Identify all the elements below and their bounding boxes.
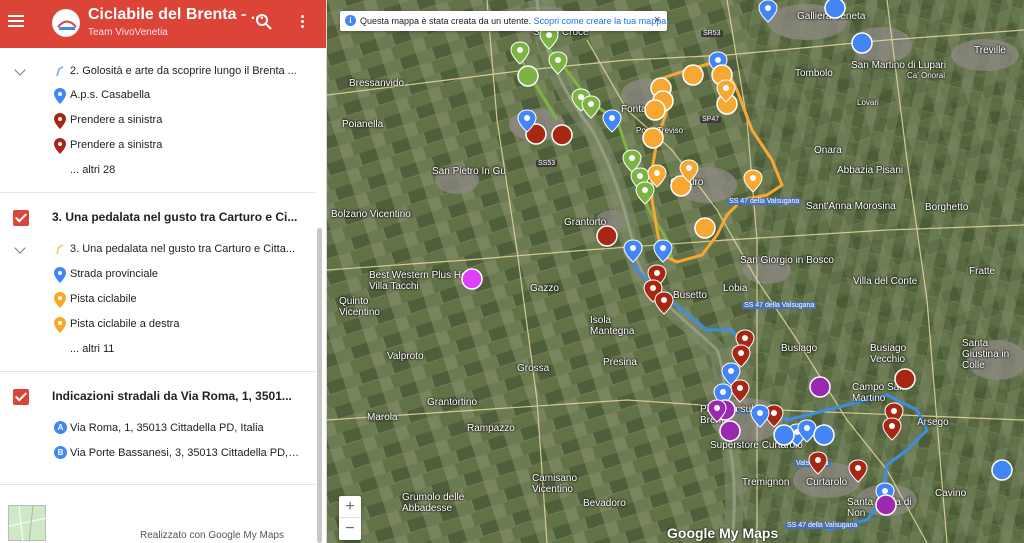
google-my-maps-logo: Google My Maps	[667, 525, 779, 541]
map-title: Ciclabile del Brenta - ...	[88, 6, 265, 23]
menu-button[interactable]	[8, 12, 24, 30]
layer-title: 3. Una pedalata nel gusto tra Carturo e …	[52, 210, 298, 224]
list-item[interactable]: Pista ciclabile	[0, 288, 315, 312]
more-items-link[interactable]: ... altri 28	[70, 164, 115, 176]
search-icon[interactable]	[255, 13, 273, 31]
route-item[interactable]: 2. Golosità e arte da scoprire lungo il …	[0, 60, 315, 84]
list-item-label: Strada provinciale	[70, 268, 159, 280]
list-item-label: Prendere a sinistra	[70, 139, 163, 151]
more-items-link[interactable]: ... altri 11	[70, 343, 114, 355]
hotel-marker[interactable]	[461, 268, 483, 290]
orange-markers[interactable]	[642, 64, 763, 239]
list-item-label: Pista ciclabile a destra	[70, 318, 180, 330]
map-thumbnail[interactable]	[8, 505, 48, 543]
zoom-control: + −	[339, 496, 361, 540]
list-item[interactable]: B Via Porte Bassanesi, 3, 35013 Cittadel…	[0, 442, 315, 466]
layer-header[interactable]: Indicazioni stradali da Via Roma, 1, 350…	[0, 383, 315, 411]
create-map-link[interactable]: Scopri come creare la tua mappa.	[534, 16, 669, 26]
map-logo	[52, 9, 80, 37]
route-icon	[56, 66, 64, 77]
pin-red-icon	[54, 113, 66, 129]
list-item[interactable]: Prendere a sinistra	[0, 109, 315, 133]
header-bar: Ciclabile del Brenta - ... Team VivoVene…	[0, 0, 326, 48]
pin-blue-icon	[54, 88, 66, 104]
zoom-in-button[interactable]: +	[339, 496, 361, 518]
divider	[0, 484, 315, 485]
user-map-notice: i Questa mappa è stata creata da un uten…	[340, 11, 669, 31]
list-item[interactable]: A.p.s. Casabella	[0, 84, 315, 108]
pin-red-icon	[54, 138, 66, 154]
waypoint-a-icon: A	[54, 421, 67, 434]
footer-credit: Realizzato con Google My Maps	[140, 530, 284, 541]
list-item-label: Via Roma, 1, 35013 Cittadella PD, Italia	[70, 422, 264, 434]
close-icon[interactable]: ×	[654, 14, 660, 26]
pin-yellow-icon	[54, 292, 66, 308]
layer-title: Indicazioni stradali da Via Roma, 1, 350…	[52, 389, 292, 403]
pin-yellow-icon	[54, 317, 66, 333]
info-icon: i	[345, 15, 356, 26]
list-item[interactable]: Pista ciclabile a destra	[0, 313, 315, 337]
more-options-icon[interactable]	[297, 13, 307, 33]
layer-checkbox[interactable]	[13, 210, 29, 226]
layer-checkbox[interactable]	[13, 389, 29, 405]
list-item[interactable]: Prendere a sinistra	[0, 134, 315, 158]
map-canvas[interactable]: Santo Croce Galliera Veneta Tombolo San …	[327, 0, 1024, 543]
chevron-down-icon[interactable]	[14, 64, 26, 76]
list-item-label: 3. Una pedalata nel gusto tra Carturo e …	[70, 243, 296, 255]
list-item[interactable]: Strada provinciale	[0, 263, 315, 287]
pin-blue-icon	[54, 267, 66, 283]
map-author: Team VivoVenetia	[88, 27, 168, 38]
layer-header[interactable]: 3. Una pedalata nel gusto tra Carturo e …	[0, 204, 315, 232]
divider	[0, 192, 315, 193]
legend-panel: Ciclabile del Brenta - ... Team VivoVene…	[0, 0, 327, 543]
divider	[0, 371, 315, 372]
app: Ciclabile del Brenta - ... Team VivoVene…	[0, 0, 1024, 543]
list-item-label: Pista ciclabile	[70, 293, 137, 305]
blue-markers[interactable]	[517, 0, 1013, 506]
zoom-out-button[interactable]: −	[339, 518, 361, 540]
notice-text: Questa mappa è stata creata da un utente…	[360, 16, 532, 26]
chevron-down-icon[interactable]	[14, 242, 26, 254]
list-item[interactable]: A Via Roma, 1, 35013 Cittadella PD, Ital…	[0, 417, 315, 441]
list-item-label: Prendere a sinistra	[70, 114, 163, 126]
route-item[interactable]: 3. Una pedalata nel gusto tra Carturo e …	[0, 238, 315, 262]
list-item-label: A.p.s. Casabella	[70, 89, 151, 101]
waypoint-b-icon: B	[54, 446, 67, 459]
scrollbar[interactable]	[317, 228, 322, 543]
map-markers	[461, 0, 1013, 516]
list-item-label: 2. Golosità e arte da scoprire lungo il …	[70, 65, 297, 77]
list-item-label: Via Porte Bassanesi, 3, 35013 Cittadella…	[70, 447, 300, 459]
route-icon	[56, 244, 64, 255]
